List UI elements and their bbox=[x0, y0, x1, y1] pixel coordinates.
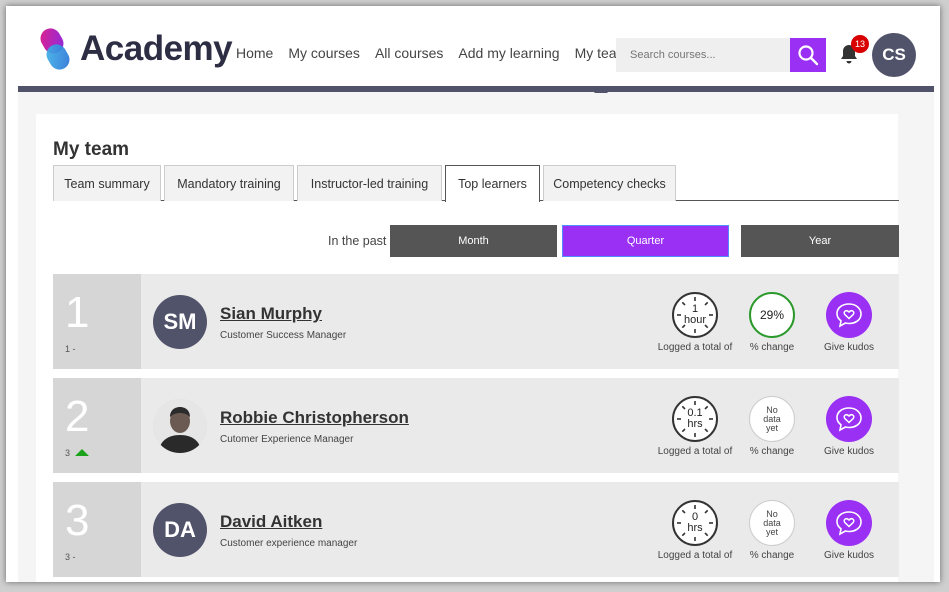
nav-home[interactable]: Home bbox=[236, 14, 273, 92]
search-icon bbox=[798, 45, 819, 66]
app-frame: Academy Home My courses All courses Add … bbox=[6, 6, 940, 582]
search-bar bbox=[616, 38, 826, 72]
rank-number: 3 bbox=[65, 496, 90, 545]
percent-change-label: % change bbox=[749, 342, 795, 353]
learner-row: 1 1 - SM Sian Murphy Customer Success Ma… bbox=[53, 274, 899, 369]
search-input[interactable] bbox=[616, 38, 790, 72]
logged-time-stat: 0 hrs Logged a total of bbox=[655, 500, 735, 572]
heart-chat-icon[interactable] bbox=[826, 500, 872, 546]
logged-unit: hour bbox=[683, 314, 707, 326]
period-month-button[interactable]: Month bbox=[390, 225, 557, 257]
tab-top-learners[interactable]: Top learners bbox=[445, 165, 540, 202]
percent-change-value: No data yet bbox=[749, 396, 795, 442]
tab-competency-checks[interactable]: Competency checks bbox=[543, 165, 676, 201]
learner-role: Customer Success Manager bbox=[220, 330, 347, 341]
period-year-button[interactable]: Year bbox=[741, 225, 899, 257]
give-kudos[interactable]: Give kudos bbox=[809, 500, 889, 572]
give-kudos-label: Give kudos bbox=[823, 550, 875, 561]
top-header: Academy Home My courses All courses Add … bbox=[18, 14, 934, 93]
learner-avatar: SM bbox=[153, 295, 207, 349]
previous-rank: 3 - bbox=[65, 552, 76, 562]
clock-icon: 0 hrs bbox=[672, 500, 718, 546]
main-nav: Home My courses All courses Add my learn… bbox=[236, 14, 643, 93]
learner-name-link[interactable]: David Aitken bbox=[220, 512, 322, 532]
learner-row: 3 3 - DA David Aitken Customer experienc… bbox=[53, 482, 899, 577]
tab-mandatory-training[interactable]: Mandatory training bbox=[164, 165, 294, 201]
logged-time-stat: 1 hour Logged a total of bbox=[655, 292, 735, 364]
percent-change-stat: 29% % change bbox=[732, 292, 812, 364]
search-button[interactable] bbox=[790, 38, 826, 72]
rank-box: 2 3 bbox=[53, 378, 141, 473]
period-quarter-button[interactable]: Quarter bbox=[562, 225, 729, 257]
nav-all-courses[interactable]: All courses bbox=[375, 14, 443, 92]
give-kudos[interactable]: Give kudos bbox=[809, 396, 889, 468]
percent-change-stat: No data yet % change bbox=[732, 396, 812, 468]
logged-label: Logged a total of bbox=[657, 446, 733, 457]
main-content: My team Team summary Mandatory training … bbox=[36, 114, 899, 582]
give-kudos-label: Give kudos bbox=[823, 446, 875, 457]
logged-label: Logged a total of bbox=[657, 550, 733, 561]
period-selector: In the past Month Quarter Year bbox=[53, 225, 899, 257]
tab-team-summary[interactable]: Team summary bbox=[53, 165, 161, 201]
clock-icon: 0.1 hrs bbox=[672, 396, 718, 442]
previous-rank: 1 - bbox=[65, 344, 76, 354]
app-window: Academy Home My courses All courses Add … bbox=[18, 14, 934, 582]
give-kudos-label: Give kudos bbox=[823, 342, 875, 353]
percent-change-value: No data yet bbox=[749, 500, 795, 546]
logo-mark-icon bbox=[36, 24, 76, 74]
rank-box: 3 3 - bbox=[53, 482, 141, 577]
heart-chat-icon[interactable] bbox=[826, 396, 872, 442]
percent-change-stat: No data yet % change bbox=[732, 500, 812, 572]
rank-number: 2 bbox=[65, 392, 90, 441]
learner-row: 2 3 Robbie Christopherson Cutomer Experi… bbox=[53, 378, 899, 473]
learner-role: Cutomer Experience Manager bbox=[220, 434, 354, 445]
rank-up-arrow-icon bbox=[74, 449, 89, 456]
logged-label: Logged a total of bbox=[657, 342, 733, 353]
page-title: My team bbox=[53, 139, 130, 160]
heart-chat-icon[interactable] bbox=[826, 292, 872, 338]
period-label: In the past bbox=[328, 234, 387, 248]
logo-text: Academy bbox=[80, 29, 233, 68]
learner-photo bbox=[153, 399, 207, 453]
previous-rank: 3 bbox=[65, 448, 89, 458]
tab-bar: Team summary Mandatory training Instruct… bbox=[53, 165, 899, 202]
learner-role: Customer experience manager bbox=[220, 538, 358, 549]
rank-number: 1 bbox=[65, 288, 90, 337]
give-kudos[interactable]: Give kudos bbox=[809, 292, 889, 364]
learner-name-link[interactable]: Robbie Christopherson bbox=[220, 408, 409, 428]
academy-logo[interactable]: Academy bbox=[36, 24, 233, 74]
nav-my-courses[interactable]: My courses bbox=[288, 14, 360, 92]
logged-unit: hrs bbox=[687, 418, 703, 430]
logged-unit: hrs bbox=[687, 522, 703, 534]
percent-change-label: % change bbox=[749, 550, 795, 561]
tab-instructor-led-training[interactable]: Instructor-led training bbox=[297, 165, 442, 201]
notification-count-badge: 13 bbox=[851, 35, 869, 53]
clock-icon: 1 hour bbox=[672, 292, 718, 338]
learner-avatar: DA bbox=[153, 503, 207, 557]
learner-name-link[interactable]: Sian Murphy bbox=[220, 304, 322, 324]
logged-time-stat: 0.1 hrs Logged a total of bbox=[655, 396, 735, 468]
percent-change-label: % change bbox=[749, 446, 795, 457]
rank-box: 1 1 - bbox=[53, 274, 141, 369]
user-avatar[interactable]: CS bbox=[872, 33, 916, 77]
nav-add-my-learning[interactable]: Add my learning bbox=[458, 14, 559, 92]
percent-change-value: 29% bbox=[749, 292, 795, 338]
